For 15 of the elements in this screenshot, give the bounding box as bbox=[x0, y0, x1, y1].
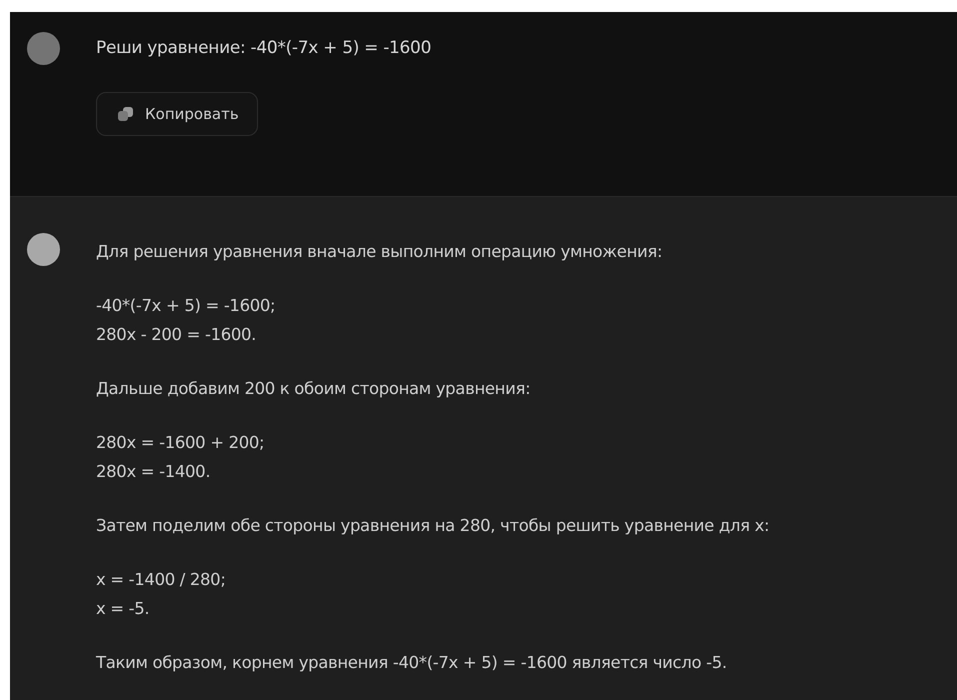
copy-button[interactable]: Копировать bbox=[96, 92, 258, 136]
text-line: 280x = -1600 + 200; bbox=[96, 432, 266, 454]
copy-icon bbox=[117, 106, 135, 122]
text-line: 280x = -1400. bbox=[96, 461, 212, 483]
text-line: Дальше добавим 200 к обоим сторонам уравнения: bbox=[96, 378, 532, 400]
assistant-avatar bbox=[27, 233, 60, 266]
text-line: x = -1400 / 280; bbox=[96, 569, 227, 591]
text-line: Таким образом, корнем уравнения -40*(-7x + 5) = -1600 является число -5. bbox=[96, 652, 728, 674]
text-line: Для решения уравнения вначале выполним операцию умножения: bbox=[96, 241, 664, 263]
message-text: Реши уравнение: -40*(-7x + 5) = -1600 bbox=[96, 38, 432, 58]
text-line: 280x - 200 = -1600. bbox=[96, 324, 258, 346]
text-line: -40*(-7x + 5) = -1600; bbox=[96, 295, 276, 317]
text-line: Затем поделим обе стороны уравнения на 280, чтобы решить уравнение для x: bbox=[96, 515, 770, 537]
text-line: x = -5. bbox=[96, 598, 150, 620]
user-avatar bbox=[27, 32, 60, 65]
